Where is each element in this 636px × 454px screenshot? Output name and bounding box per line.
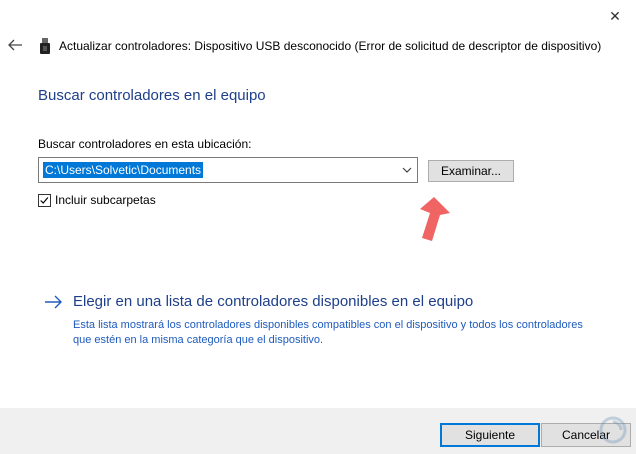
include-subfolders-label: Incluir subcarpetas [55, 193, 156, 207]
red-pointer-arrow-icon [420, 197, 450, 241]
close-button[interactable]: ✕ [600, 4, 630, 28]
location-label: Buscar controladores en esta ubicación: [38, 137, 252, 151]
cancel-button[interactable]: Cancelar [541, 423, 631, 447]
next-button[interactable]: Siguiente [440, 423, 540, 447]
choose-from-list-link[interactable]: Elegir en una lista de controladores dis… [73, 293, 473, 310]
page-title: Buscar controladores en el equipo [38, 87, 266, 104]
location-combobox[interactable]: C:\Users\Solvetic\Documents [38, 157, 418, 183]
browse-button[interactable]: Examinar... [428, 160, 514, 182]
back-arrow-icon[interactable] [6, 37, 24, 53]
dialog-footer: Siguiente Cancelar [0, 408, 636, 454]
arrow-right-icon[interactable] [44, 294, 64, 310]
location-input-value[interactable]: C:\Users\Solvetic\Documents [43, 162, 204, 178]
close-icon: ✕ [609, 7, 621, 24]
choose-from-list-description: Esta lista mostrará los controladores di… [73, 319, 583, 346]
window-title: Actualizar controladores: Dispositivo US… [59, 39, 602, 53]
usb-device-icon [40, 38, 50, 54]
include-subfolders-option[interactable]: Incluir subcarpetas [38, 192, 156, 208]
checkmark-icon [40, 196, 49, 204]
include-subfolders-checkbox[interactable] [38, 193, 51, 207]
dialog-header: Actualizar controladores: Dispositivo US… [0, 30, 636, 60]
chevron-down-icon[interactable] [399, 162, 415, 178]
